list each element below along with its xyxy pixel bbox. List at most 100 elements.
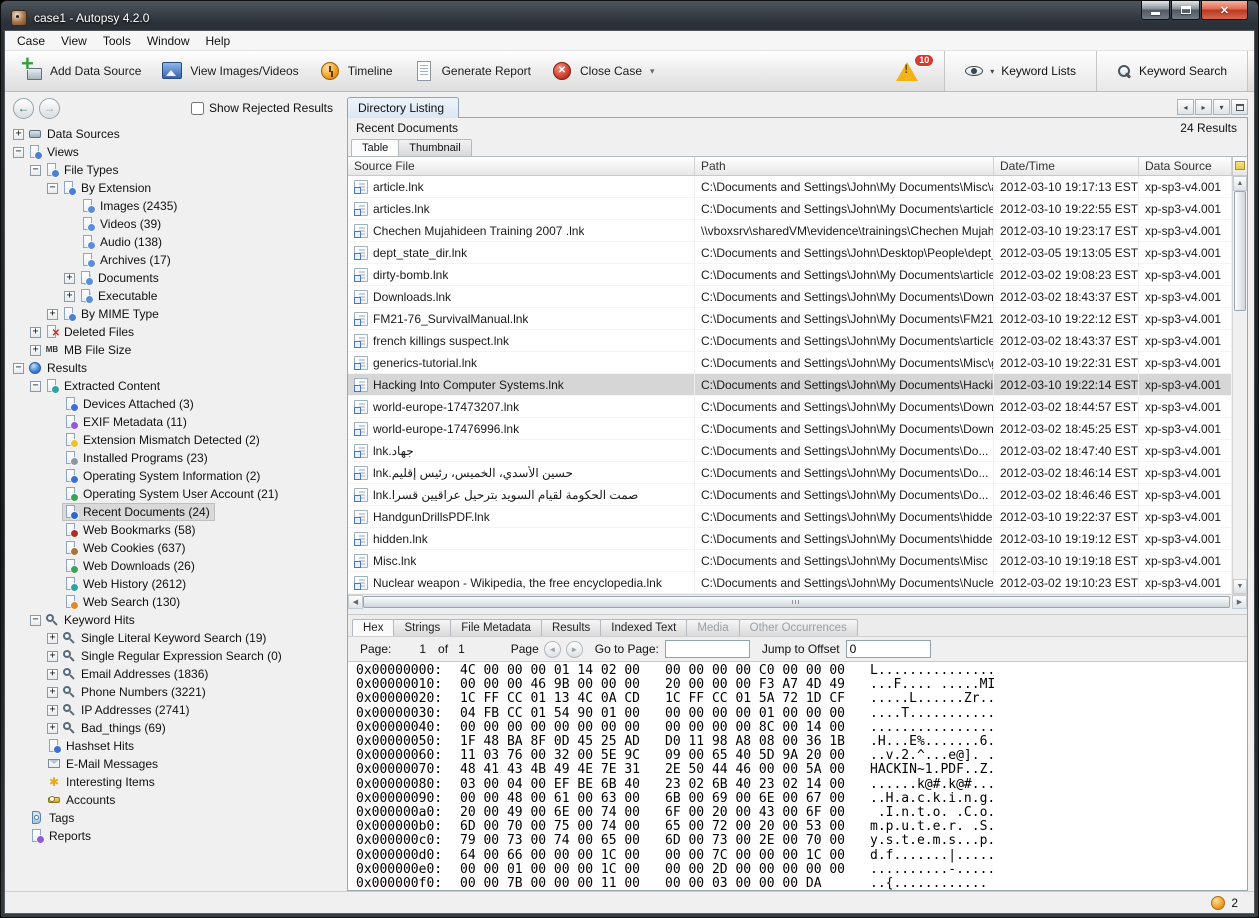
title-bar[interactable]: case1 - Autopsy 4.2.0 ✕: [1, 1, 1258, 31]
vertical-scrollbar[interactable]: ▲ ▼: [1232, 176, 1247, 594]
tree-item-views[interactable]: −Views: [11, 143, 341, 161]
next-page-button[interactable]: ►: [566, 641, 583, 658]
scroll-right-button[interactable]: ▶: [1232, 595, 1247, 609]
expander-plus-icon[interactable]: +: [47, 651, 58, 662]
table-row[interactable]: dept_state_dir.lnkC:\Documents and Setti…: [348, 242, 1232, 264]
tab-strings[interactable]: Strings: [393, 619, 451, 636]
tree-item-keyword-hits[interactable]: −Keyword Hits: [11, 611, 341, 629]
tab-directory-listing[interactable]: Directory Listing: [347, 97, 459, 118]
scroll-down-button[interactable]: ▼: [1233, 579, 1247, 594]
scroll-tabs-right-button[interactable]: ▸: [1195, 99, 1212, 115]
tree-item-accounts[interactable]: Accounts: [11, 791, 341, 809]
tree-item-videos-39[interactable]: Videos (39): [11, 215, 341, 233]
view-tab-table[interactable]: Table: [351, 139, 399, 156]
expander-plus-icon[interactable]: +: [47, 705, 58, 716]
vertical-scroll-track[interactable]: [1233, 191, 1247, 579]
menu-item-case[interactable]: Case: [9, 32, 53, 50]
expander-plus-icon[interactable]: +: [13, 129, 24, 140]
tree-item-web-downloads-26[interactable]: Web Downloads (26): [11, 557, 341, 575]
table-row[interactable]: world-europe-17476996.lnkC:\Documents an…: [348, 418, 1232, 440]
table-row[interactable]: dirty-bomb.lnkC:\Documents and Settings\…: [348, 264, 1232, 286]
table-row[interactable]: hidden.lnkC:\Documents and Settings\John…: [348, 528, 1232, 550]
expander-plus-icon[interactable]: +: [47, 309, 58, 320]
expander-plus-icon[interactable]: +: [64, 291, 75, 302]
expander-minus-icon[interactable]: −: [13, 363, 24, 374]
tree-item-web-search-130[interactable]: Web Search (130): [11, 593, 341, 611]
horizontal-scrollbar[interactable]: ◀ ▶: [348, 594, 1247, 609]
expander-minus-icon[interactable]: −: [13, 147, 24, 158]
table-row[interactable]: Hacking Into Computer Systems.lnkC:\Docu…: [348, 374, 1232, 396]
close-button[interactable]: ✕: [1201, 1, 1248, 20]
tree-item-reports[interactable]: Reports: [11, 827, 341, 845]
keyword-lists-button[interactable]: ▾ Keyword Lists: [944, 51, 1096, 91]
view-tab-thumbnail[interactable]: Thumbnail: [398, 139, 471, 156]
menu-item-help[interactable]: Help: [198, 32, 239, 50]
tree-item-by-extension[interactable]: −By Extension: [11, 179, 341, 197]
expander-plus-icon[interactable]: +: [30, 327, 41, 338]
toolbar-button-timeline[interactable]: Timeline: [309, 51, 403, 91]
table-row[interactable]: article.lnkC:\Documents and Settings\Joh…: [348, 176, 1232, 198]
expander-plus-icon[interactable]: +: [30, 345, 41, 356]
tree-item-mb-file-size[interactable]: +MB File Size: [11, 341, 341, 359]
tab-list-dropdown-button[interactable]: ▾: [1213, 99, 1230, 115]
toolbar-button-view-images-videos[interactable]: View Images/Videos: [151, 51, 308, 91]
tree-item-extension-mismatch-detected-2[interactable]: Extension Mismatch Detected (2): [11, 431, 341, 449]
table-row[interactable]: Nuclear weapon - Wikipedia, the free enc…: [348, 572, 1232, 594]
table-row[interactable]: Downloads.lnkC:\Documents and Settings\J…: [348, 286, 1232, 308]
tree-item-executable[interactable]: +Executable: [11, 287, 341, 305]
toolbar-button-add-data-source[interactable]: Add Data Source: [11, 51, 151, 91]
table-row[interactable]: lnk.جهادC:\Documents and Settings\John\M…: [348, 440, 1232, 462]
tree-item-recent-documents-24[interactable]: Recent Documents (24): [11, 503, 341, 521]
tree-item-web-history-2612[interactable]: Web History (2612): [11, 575, 341, 593]
expander-minus-icon[interactable]: −: [47, 183, 58, 194]
tree-item-operating-system-user-account-21[interactable]: Operating System User Account (21): [11, 485, 341, 503]
menu-item-view[interactable]: View: [53, 32, 95, 50]
menu-item-tools[interactable]: Tools: [95, 32, 139, 50]
table-row[interactable]: Chechen Mujahideen Training 2007 .lnk\\v…: [348, 220, 1232, 242]
tree-item-e-mail-messages[interactable]: E-Mail Messages: [11, 755, 341, 773]
maximize-button[interactable]: [1171, 1, 1200, 20]
progress-indicator-icon[interactable]: [1211, 896, 1225, 910]
tree-item-single-regular-expression-search-0[interactable]: +Single Regular Expression Search (0): [11, 647, 341, 665]
tree-item-single-literal-keyword-search-19[interactable]: +Single Literal Keyword Search (19): [11, 629, 341, 647]
goto-page-input[interactable]: [665, 640, 750, 658]
toolbar-button-generate-report[interactable]: Generate Report: [403, 51, 541, 91]
tree-item-data-sources[interactable]: +Data Sources: [11, 125, 341, 143]
table-row[interactable]: french killings suspect.lnkC:\Documents …: [348, 330, 1232, 352]
scroll-left-button[interactable]: ◀: [348, 595, 363, 609]
tree-item-email-addresses-1836[interactable]: +Email Addresses (1836): [11, 665, 341, 683]
expander-plus-icon[interactable]: +: [47, 633, 58, 644]
scroll-up-button[interactable]: ▲: [1233, 176, 1247, 191]
tab-hex[interactable]: Hex: [352, 619, 394, 636]
tab-file-metadata[interactable]: File Metadata: [450, 619, 542, 636]
tree-item-phone-numbers-3221[interactable]: +Phone Numbers (3221): [11, 683, 341, 701]
tree-item-web-bookmarks-58[interactable]: Web Bookmarks (58): [11, 521, 341, 539]
table-row[interactable]: lnk.حسين الأسدي، الخميس، رئيس إقليمC:\Do…: [348, 462, 1232, 484]
menu-item-window[interactable]: Window: [139, 32, 198, 50]
vertical-scroll-thumb[interactable]: [1234, 191, 1246, 311]
expander-minus-icon[interactable]: −: [30, 381, 41, 392]
tree-item-documents[interactable]: +Documents: [11, 269, 341, 287]
tree-item-operating-system-information-2[interactable]: Operating System Information (2): [11, 467, 341, 485]
table-row[interactable]: FM21-76_SurvivalManual.lnkC:\Documents a…: [348, 308, 1232, 330]
expander-plus-icon[interactable]: +: [47, 723, 58, 734]
tree-item-archives-17[interactable]: Archives (17): [11, 251, 341, 269]
tree-item-by-mime-type[interactable]: +By MIME Type: [11, 305, 341, 323]
tree-item-ip-addresses-2741[interactable]: +IP Addresses (2741): [11, 701, 341, 719]
maximize-panel-button[interactable]: [1231, 99, 1248, 115]
show-rejected-checkbox[interactable]: [191, 102, 204, 115]
expander-plus-icon[interactable]: +: [47, 687, 58, 698]
tree-item-bad-things-69[interactable]: +Bad_things (69): [11, 719, 341, 737]
back-button[interactable]: ←: [13, 98, 34, 119]
tree-item-installed-programs-23[interactable]: Installed Programs (23): [11, 449, 341, 467]
horizontal-scroll-track[interactable]: [363, 595, 1232, 609]
hex-content[interactable]: 0x00000000:4C 00 00 00 01 14 02 0000 00 …: [348, 661, 1247, 890]
jump-offset-input[interactable]: [846, 640, 931, 658]
column-header-source-file[interactable]: Source File: [348, 157, 695, 175]
expander-minus-icon[interactable]: −: [30, 615, 41, 626]
warning-indicator[interactable]: ! 10: [890, 51, 944, 91]
tree-item-deleted-files[interactable]: +Deleted Files: [11, 323, 341, 341]
minimize-button[interactable]: [1141, 1, 1170, 20]
expander-minus-icon[interactable]: −: [30, 165, 41, 176]
table-settings-button[interactable]: [1232, 157, 1247, 176]
